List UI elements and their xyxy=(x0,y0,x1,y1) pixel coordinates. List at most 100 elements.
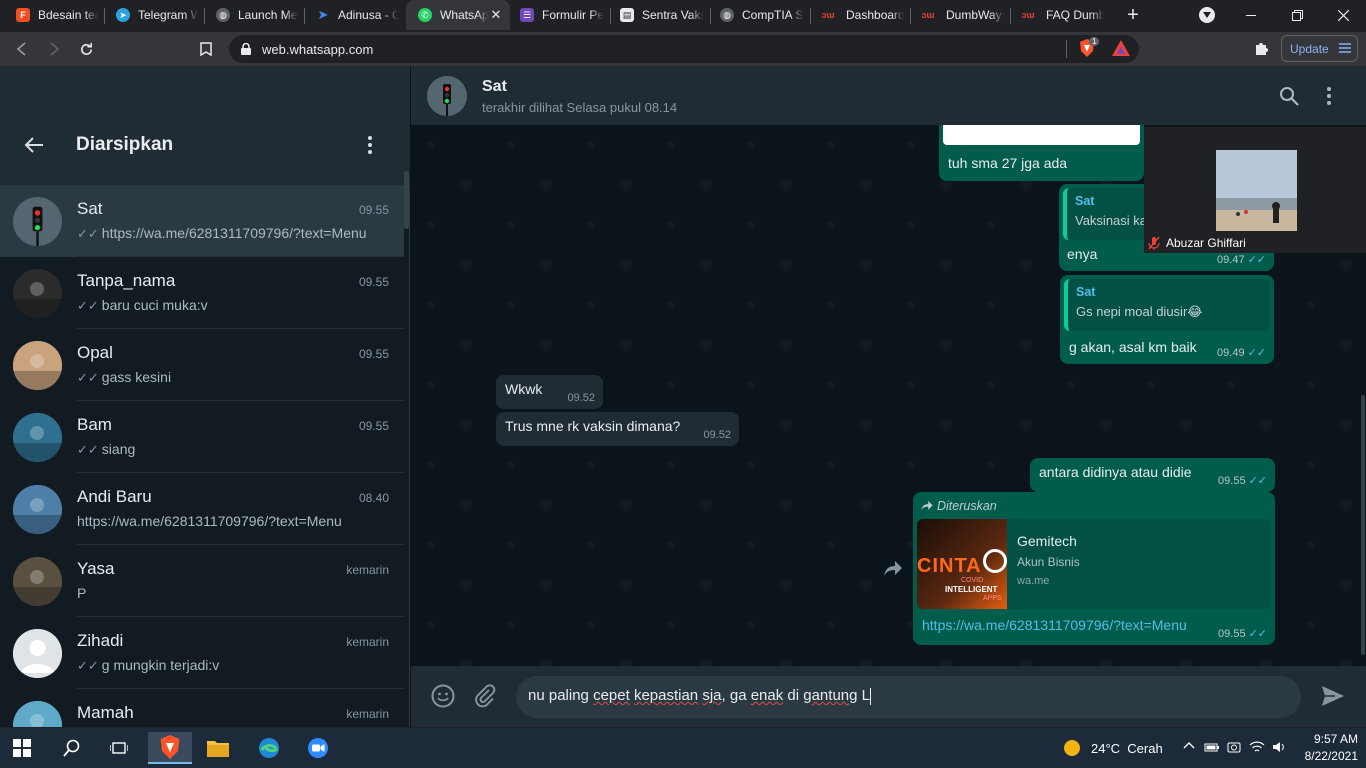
browser-tab[interactable]: ◍ Launch Mee xyxy=(204,0,304,30)
back-icon[interactable] xyxy=(10,37,34,61)
restore-icon[interactable] xyxy=(1274,0,1320,30)
photo-avatar[interactable] xyxy=(13,341,62,390)
chat-list-item-body: Mamahkemarin▣Foto xyxy=(77,689,404,727)
chat-list-scrollbar[interactable] xyxy=(404,171,409,229)
chat-list-item[interactable]: Yasa kemarin P xyxy=(0,545,404,617)
message-text: Wkwk xyxy=(505,381,543,397)
conversation-header[interactable]: Sat terakhir dilihat Selasa pukul 08.14 xyxy=(411,66,1366,125)
message-input[interactable]: nu paling cepet kepastian sja, ga enak d… xyxy=(516,676,1301,718)
photo-avatar[interactable] xyxy=(13,269,62,318)
chat-list-item[interactable]: Tanpa_nama 09.55 ✓✓ baru cuci muka:v xyxy=(0,257,404,329)
update-button[interactable]: Update xyxy=(1281,35,1358,62)
emoji-icon[interactable] xyxy=(431,684,455,708)
message-outgoing-forwarded[interactable]: Diteruskan CINTA COVID INTELLIGENT APPS … xyxy=(913,492,1275,645)
chat-list-item[interactable]: Sat 09.55 ✓✓ https://wa.me/6281311709796/?t… xyxy=(0,185,404,257)
double-check-icon: ✓✓ xyxy=(77,226,99,241)
zoom-icon[interactable] xyxy=(302,732,334,764)
chat-list-item-body: Sat 09.55 ✓✓ https://wa.me/6281311709796/?t… xyxy=(77,185,404,257)
send-icon[interactable] xyxy=(1321,685,1345,707)
chat-name: Mamah xyxy=(77,703,134,722)
forward-icon[interactable] xyxy=(42,37,66,61)
message-scrollbar[interactable] xyxy=(1361,395,1365,655)
browser-tab[interactable]: ɔɯ Dashboard xyxy=(810,0,910,30)
browser-tab[interactable]: ➤ Adinusa - Q xyxy=(304,0,404,30)
address-bar[interactable]: web.whatsapp.com xyxy=(229,35,1139,63)
default-user-avatar[interactable] xyxy=(13,629,62,678)
browser-tab[interactable]: ➤ Telegram W xyxy=(104,0,204,30)
sun-weather-icon[interactable] xyxy=(1063,739,1081,757)
camera-icon[interactable] xyxy=(1227,740,1241,754)
browser-tab[interactable]: ▤ Sentra Vaksi xyxy=(610,0,710,30)
close-window-icon[interactable] xyxy=(1320,0,1366,30)
battery-icon[interactable] xyxy=(1204,740,1220,754)
brave-rewards-icon[interactable] xyxy=(1112,40,1130,56)
image-preview[interactable] xyxy=(943,125,1140,145)
minimize-icon[interactable] xyxy=(1228,0,1274,30)
chevron-up-icon[interactable] xyxy=(1183,740,1195,752)
message-outgoing[interactable]: Sat Gs nepi moal diusir😂 g akan, asal km… xyxy=(1060,275,1274,364)
browser-tab-strip: F Bdesain tea ➤ Telegram W ◍ Launch Mee ➤ Ad… xyxy=(0,0,1366,32)
dumbways-icon: ɔɯ xyxy=(1021,10,1035,20)
message-incoming[interactable]: Trus mne rk vaksin dimana? 09.52 xyxy=(496,412,739,446)
traffic-light-avatar[interactable] xyxy=(427,76,467,116)
traffic-light-avatar[interactable] xyxy=(13,197,62,246)
browser-tab[interactable]: F Bdesain tea xyxy=(0,0,104,30)
chat-list-item[interactable]: Bam 09.55 ✓✓ siang xyxy=(0,401,404,473)
message-incoming[interactable]: Wkwk 09.52 xyxy=(496,375,603,409)
chat-list-item[interactable]: Andi Baru 08.40 https://wa.me/628131170979… xyxy=(0,473,404,545)
message-outgoing[interactable]: tuh sma 27 jga ada xyxy=(939,125,1144,181)
search-icon[interactable] xyxy=(1279,86,1299,106)
search-icon[interactable] xyxy=(56,732,88,764)
wifi-icon[interactable] xyxy=(1249,740,1265,754)
message-time: 09.55 ✓✓ xyxy=(1218,627,1267,641)
last-seen-status: terakhir dilihat Selasa pukul 08.14 xyxy=(482,100,678,115)
file-explorer-icon[interactable] xyxy=(202,732,234,764)
browser-tab[interactable]: ɔɯ DumbWays xyxy=(910,0,1010,30)
video-call-pip[interactable]: Abuzar Ghiffari xyxy=(1144,127,1366,253)
message-outgoing[interactable]: antara didinya atau didie 09.55 ✓✓ xyxy=(1030,458,1275,492)
double-check-icon: ✓✓ xyxy=(77,442,99,457)
photo-avatar[interactable] xyxy=(13,413,62,462)
edge-icon[interactable] xyxy=(253,732,285,764)
chat-name: Tanpa_nama xyxy=(77,271,176,290)
chat-time: kemarin xyxy=(346,563,389,577)
browser-tab[interactable]: ◍ CompTIA Se xyxy=(710,0,810,30)
message-text: Trus mne rk vaksin dimana? xyxy=(505,418,681,434)
browser-tab[interactable]: ɔɯ FAQ Dumb xyxy=(1010,0,1110,30)
chat-list-item[interactable]: Mamahkemarin▣Foto xyxy=(0,689,404,727)
tab-search-dropdown-icon[interactable] xyxy=(1199,7,1215,23)
mic-muted-icon xyxy=(1148,236,1160,250)
chat-time: 09.55 xyxy=(358,275,389,289)
photo-avatar[interactable] xyxy=(13,701,62,727)
clock-time[interactable]: 9:57 AM xyxy=(1302,732,1358,746)
windows-start-icon[interactable] xyxy=(6,732,38,764)
quoted-message[interactable]: Sat Gs nepi moal diusir😂 xyxy=(1064,279,1270,331)
chat-list-item[interactable]: Opal 09.55 ✓✓ gass kesini xyxy=(0,329,404,401)
back-arrow-icon[interactable] xyxy=(24,135,44,155)
close-tab-icon[interactable]: ✕ xyxy=(488,7,504,23)
task-view-icon[interactable] xyxy=(103,732,135,764)
chat-list-item[interactable]: Zihadi kemarin ✓✓ g mungkin terjadi:v xyxy=(0,617,404,689)
brave-shield-icon[interactable]: 1 xyxy=(1079,37,1100,57)
reload-icon[interactable] xyxy=(74,37,98,61)
new-tab-plus-icon[interactable]: + xyxy=(1122,4,1144,26)
browser-tab[interactable]: ☰ Formulir Per xyxy=(510,0,610,30)
clock-date[interactable]: 8/22/2021 xyxy=(1298,749,1358,763)
photo-avatar[interactable] xyxy=(13,557,62,606)
brave-taskbar-icon[interactable] xyxy=(148,732,192,764)
photo-avatar[interactable] xyxy=(13,485,62,534)
participant-video xyxy=(1216,150,1297,231)
kebab-menu-icon[interactable] xyxy=(1321,86,1337,106)
extensions-puzzle-icon[interactable] xyxy=(1254,40,1270,56)
browser-tab-active[interactable]: ✆ WhatsAp ✕ xyxy=(406,0,510,30)
dumbways-icon: ɔɯ xyxy=(921,10,935,20)
attach-paperclip-icon[interactable] xyxy=(473,684,497,708)
link-preview-card[interactable]: CINTA COVID INTELLIGENT APPS Gemitech Ak… xyxy=(917,519,1271,609)
volume-icon[interactable] xyxy=(1272,740,1288,754)
archived-header: Diarsipkan xyxy=(0,66,410,185)
forward-share-icon[interactable] xyxy=(881,557,905,581)
weather-text[interactable]: 24°C Cerah xyxy=(1091,741,1163,756)
bookmark-icon[interactable] xyxy=(194,37,218,61)
menu-lines-icon xyxy=(1339,42,1351,54)
kebab-menu-icon[interactable] xyxy=(358,135,382,155)
